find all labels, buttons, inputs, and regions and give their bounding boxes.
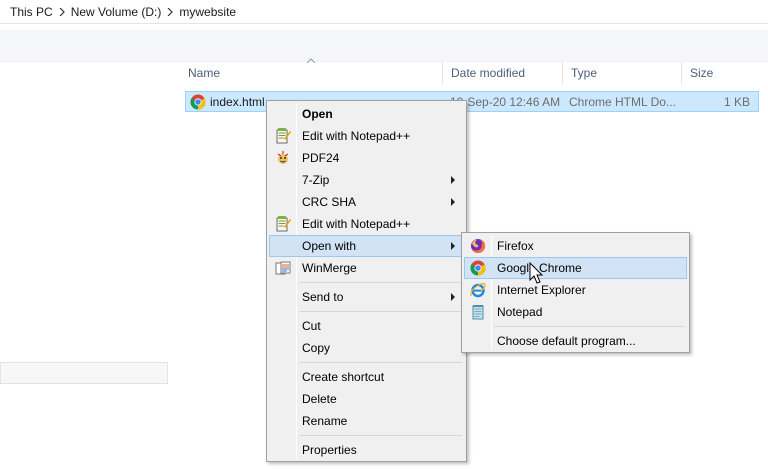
menu-item-label: Edit with Notepad++ <box>302 217 411 231</box>
sort-ascending-icon <box>306 58 316 65</box>
column-header-name[interactable]: Name <box>180 58 443 84</box>
file-size-cell: 1 KB <box>723 94 750 109</box>
submenu-arrow-icon <box>451 176 455 184</box>
menu-separator <box>464 323 687 330</box>
file-name: index.html <box>210 94 265 109</box>
submenu-item-notepad[interactable]: Notepad <box>464 301 687 323</box>
menu-item-label: Copy <box>302 341 331 355</box>
menu-item-winmerge[interactable]: WinMerge <box>269 257 464 279</box>
mouse-cursor-icon <box>529 261 545 286</box>
notepad-plus-plus-icon <box>275 128 291 144</box>
menu-separator <box>269 432 464 439</box>
context-menu: Open Edit with Notepad++ PDF24 7-Zip CRC… <box>266 100 467 462</box>
menu-item-label: Edit with Notepad++ <box>302 129 411 143</box>
breadcrumb-label: mywebsite <box>179 4 237 19</box>
menu-item-label: Open <box>302 107 333 121</box>
menu-item-send-to[interactable]: Send to <box>269 286 464 308</box>
chrome-icon <box>190 94 206 110</box>
menu-item-label: Open with <box>302 239 357 253</box>
submenu-item-google-chrome[interactable]: Google Chrome <box>464 257 687 279</box>
menu-item-label: Create shortcut <box>302 370 385 384</box>
menu-item-rename[interactable]: Rename <box>269 410 464 432</box>
menu-item-edit-with-notepad-plus-plus[interactable]: Edit with Notepad++ <box>269 125 464 147</box>
file-type-cell: Chrome HTML Do... <box>569 94 676 109</box>
menu-item-label: CRC SHA <box>302 195 357 209</box>
column-header-date-modified[interactable]: Date modified <box>443 62 563 84</box>
submenu-arrow-icon <box>451 242 455 250</box>
menu-item-label: Send to <box>302 290 344 304</box>
breadcrumb-label: New Volume (D:) <box>70 4 162 19</box>
menu-item-label: Cut <box>302 319 321 333</box>
navigation-pane-item[interactable] <box>0 362 168 384</box>
menu-item-cut[interactable]: Cut <box>269 315 464 337</box>
menu-item-open-with[interactable]: Open with <box>269 235 464 257</box>
column-header-label: Size <box>690 66 714 80</box>
menu-item-create-shortcut[interactable]: Create shortcut <box>269 366 464 388</box>
submenu-arrow-icon <box>451 293 455 301</box>
toolbar <box>0 30 768 62</box>
menu-separator <box>269 279 464 286</box>
address-bar[interactable]: This PC New Volume (D:) mywebsite <box>0 0 768 24</box>
column-header-label: Type <box>571 66 598 80</box>
firefox-icon <box>470 238 486 254</box>
open-with-submenu: Firefox Google Chrome Internet Explorer … <box>461 232 690 353</box>
menu-item-label: Notepad <box>497 305 543 319</box>
breadcrumb-mywebsite[interactable]: mywebsite <box>177 0 238 24</box>
navigation-pane[interactable] <box>0 62 168 469</box>
column-header-label: Date modified <box>451 66 526 80</box>
menu-item-copy[interactable]: Copy <box>269 337 464 359</box>
column-header-size[interactable]: Size <box>682 62 768 84</box>
menu-item-7zip[interactable]: 7-Zip <box>269 169 464 191</box>
pdf24-icon <box>275 150 291 166</box>
menu-item-properties[interactable]: Properties <box>269 439 464 461</box>
menu-item-label: Delete <box>302 392 337 406</box>
breadcrumb-new-volume[interactable]: New Volume (D:) <box>69 0 164 24</box>
breadcrumb-chevron-icon[interactable] <box>163 0 177 24</box>
menu-item-delete[interactable]: Delete <box>269 388 464 410</box>
submenu-item-choose-default-program[interactable]: Choose default program... <box>464 330 687 352</box>
column-header-label: Name <box>188 66 221 80</box>
breadcrumb-this-pc[interactable]: This PC <box>8 0 55 24</box>
chrome-icon <box>470 260 486 276</box>
submenu-item-firefox[interactable]: Firefox <box>464 235 687 257</box>
menu-item-label: WinMerge <box>302 261 357 275</box>
notepad-icon <box>470 304 486 320</box>
menu-separator <box>269 359 464 366</box>
menu-item-label: 7-Zip <box>302 173 330 187</box>
notepad-plus-plus-icon <box>275 216 291 232</box>
breadcrumb-label: This PC <box>10 4 53 19</box>
menu-item-label: Choose default program... <box>497 334 636 348</box>
menu-item-crc-sha[interactable]: CRC SHA <box>269 191 464 213</box>
breadcrumb-chevron-icon[interactable] <box>55 0 69 24</box>
menu-item-pdf24[interactable]: PDF24 <box>269 147 464 169</box>
menu-item-label: Firefox <box>497 239 534 253</box>
menu-item-edit-with-notepad-plus-plus-2[interactable]: Edit with Notepad++ <box>269 213 464 235</box>
submenu-item-internet-explorer[interactable]: Internet Explorer <box>464 279 687 301</box>
menu-item-label: PDF24 <box>302 151 340 165</box>
column-header-row: Name Date modified Type Size <box>180 58 768 84</box>
submenu-arrow-icon <box>451 198 455 206</box>
menu-item-label: Rename <box>302 414 348 428</box>
menu-separator <box>269 308 464 315</box>
column-header-type[interactable]: Type <box>563 62 682 84</box>
winmerge-icon <box>275 260 291 276</box>
menu-item-label: Properties <box>302 443 357 457</box>
menu-item-open[interactable]: Open <box>269 103 464 125</box>
internet-explorer-icon <box>470 282 486 298</box>
